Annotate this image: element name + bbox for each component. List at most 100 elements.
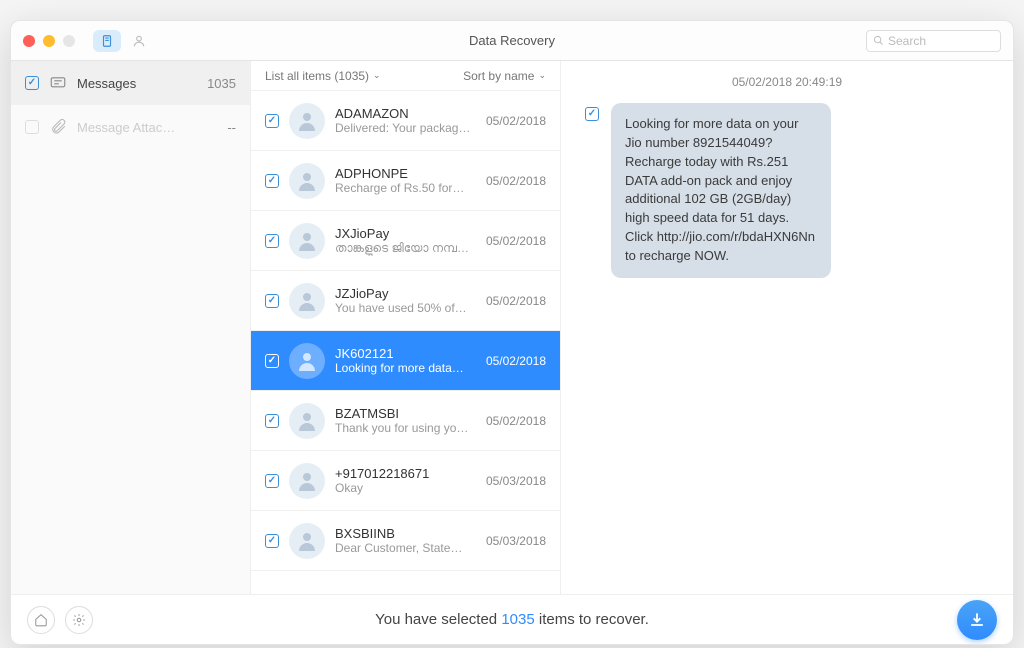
search-input[interactable]: Search — [866, 30, 1001, 52]
app-window: Data Recovery Search Messages 1035 Messa… — [10, 20, 1014, 645]
avatar — [289, 163, 325, 199]
thread-name: BXSBIINB — [335, 526, 476, 541]
thread-preview: Delivered: Your packag… — [335, 121, 476, 135]
thread-row[interactable]: BZATMSBI Thank you for using yo… 05/02/2… — [251, 391, 560, 451]
thread-date: 05/02/2018 — [486, 114, 546, 128]
thread-date: 05/02/2018 — [486, 354, 546, 368]
checkbox-icon[interactable] — [265, 354, 279, 368]
window-controls — [23, 35, 75, 47]
message-row: Looking for more data on your Jio number… — [585, 103, 989, 278]
thread-text: +917012218671 Okay — [335, 466, 476, 495]
home-icon — [34, 613, 48, 627]
thread-list[interactable]: ADAMAZON Delivered: Your packag… 05/02/2… — [251, 91, 560, 594]
thread-row[interactable]: JK602121 Looking for more data… 05/02/20… — [251, 331, 560, 391]
settings-button[interactable] — [65, 606, 93, 634]
thread-name: ADPHONPE — [335, 166, 476, 181]
thread-row[interactable]: BXSBIINB Dear Customer, State… 05/03/201… — [251, 511, 560, 571]
sort-label: Sort by name — [463, 69, 534, 83]
thread-date: 05/02/2018 — [486, 414, 546, 428]
thread-row[interactable]: ADPHONPE Recharge of Rs.50 for… 05/02/20… — [251, 151, 560, 211]
download-icon — [967, 610, 987, 630]
minimize-button[interactable] — [43, 35, 55, 47]
thread-name: BZATMSBI — [335, 406, 476, 421]
checkbox-icon[interactable] — [265, 114, 279, 128]
checkbox-icon[interactable] — [265, 534, 279, 548]
checkbox-icon[interactable] — [265, 414, 279, 428]
thread-preview: Recharge of Rs.50 for… — [335, 181, 476, 195]
avatar — [289, 463, 325, 499]
thread-text: JK602121 Looking for more data… — [335, 346, 476, 375]
list-header: List all items (1035) ⌄ Sort by name ⌄ — [251, 61, 560, 91]
attachment-icon — [49, 118, 67, 136]
thread-list-column: List all items (1035) ⌄ Sort by name ⌄ A… — [251, 61, 561, 594]
avatar — [289, 523, 325, 559]
main-body: Messages 1035 Message Attac… -- List all… — [11, 61, 1013, 594]
thread-row[interactable]: JXJioPay താങ്കളുടെ ജിയോ നമ്പറി… 05/02/20… — [251, 211, 560, 271]
thread-preview: Thank you for using yo… — [335, 421, 476, 435]
filter-dropdown[interactable]: List all items (1035) ⌄ — [265, 69, 381, 83]
avatar — [289, 283, 325, 319]
thread-preview: You have used 50% of… — [335, 301, 476, 315]
toolbar-modes — [93, 30, 153, 52]
user-mode-icon[interactable] — [125, 30, 153, 52]
filter-label: List all items (1035) — [265, 69, 369, 83]
thread-text: ADAMAZON Delivered: Your packag… — [335, 106, 476, 135]
close-button[interactable] — [23, 35, 35, 47]
search-placeholder: Search — [888, 34, 926, 48]
home-button[interactable] — [27, 606, 55, 634]
thread-preview: Looking for more data… — [335, 361, 476, 375]
thread-date: 05/02/2018 — [486, 294, 546, 308]
thread-name: JZJioPay — [335, 286, 476, 301]
checkbox-icon[interactable] — [265, 294, 279, 308]
checkbox-icon[interactable] — [25, 120, 39, 134]
thread-name: ADAMAZON — [335, 106, 476, 121]
checkbox-icon[interactable] — [265, 234, 279, 248]
sort-dropdown[interactable]: Sort by name ⌄ — [463, 69, 546, 83]
message-timestamp: 05/02/2018 20:49:19 — [585, 75, 989, 89]
thread-preview: Dear Customer, State… — [335, 541, 476, 555]
sidebar-count: 1035 — [207, 76, 236, 91]
recover-button[interactable] — [957, 600, 997, 640]
footer-suffix: items to recover. — [535, 611, 649, 628]
titlebar: Data Recovery Search — [11, 21, 1013, 61]
thread-text: JXJioPay താങ്കളുടെ ജിയോ നമ്പറി… — [335, 226, 476, 256]
avatar — [289, 223, 325, 259]
sidebar-count: -- — [227, 120, 236, 135]
checkbox-icon[interactable] — [265, 174, 279, 188]
sidebar-label: Message Attac… — [77, 120, 175, 135]
thread-name: JXJioPay — [335, 226, 476, 241]
footer: You have selected 1035 items to recover. — [11, 594, 1013, 644]
thread-row[interactable]: ADAMAZON Delivered: Your packag… 05/02/2… — [251, 91, 560, 151]
chevron-down-icon: ⌄ — [538, 70, 546, 81]
thread-date: 05/03/2018 — [486, 534, 546, 548]
maximize-button[interactable] — [63, 35, 75, 47]
footer-prefix: You have selected — [375, 611, 501, 628]
thread-row[interactable]: JZJioPay You have used 50% of… 05/02/201… — [251, 271, 560, 331]
sidebar: Messages 1035 Message Attac… -- — [11, 61, 251, 594]
avatar — [289, 403, 325, 439]
checkbox-icon[interactable] — [25, 76, 39, 90]
sidebar-item-attachments[interactable]: Message Attac… -- — [11, 105, 250, 149]
sidebar-label: Messages — [77, 76, 136, 91]
thread-text: JZJioPay You have used 50% of… — [335, 286, 476, 315]
footer-status: You have selected 1035 items to recover. — [375, 611, 649, 628]
thread-text: BZATMSBI Thank you for using yo… — [335, 406, 476, 435]
thread-preview: Okay — [335, 481, 476, 495]
checkbox-icon[interactable] — [265, 474, 279, 488]
chevron-down-icon: ⌄ — [373, 70, 381, 81]
files-mode-icon[interactable] — [93, 30, 121, 52]
message-detail: 05/02/2018 20:49:19 Looking for more dat… — [561, 61, 1013, 594]
footer-buttons — [27, 606, 93, 634]
gear-icon — [72, 613, 86, 627]
messages-icon — [49, 74, 67, 92]
thread-name: +917012218671 — [335, 466, 476, 481]
sidebar-item-messages[interactable]: Messages 1035 — [11, 61, 250, 105]
thread-date: 05/02/2018 — [486, 174, 546, 188]
thread-row[interactable]: +917012218671 Okay 05/03/2018 — [251, 451, 560, 511]
avatar — [289, 103, 325, 139]
avatar — [289, 343, 325, 379]
thread-text: BXSBIINB Dear Customer, State… — [335, 526, 476, 555]
window-title: Data Recovery — [469, 33, 555, 48]
thread-date: 05/03/2018 — [486, 474, 546, 488]
checkbox-icon[interactable] — [585, 107, 599, 121]
